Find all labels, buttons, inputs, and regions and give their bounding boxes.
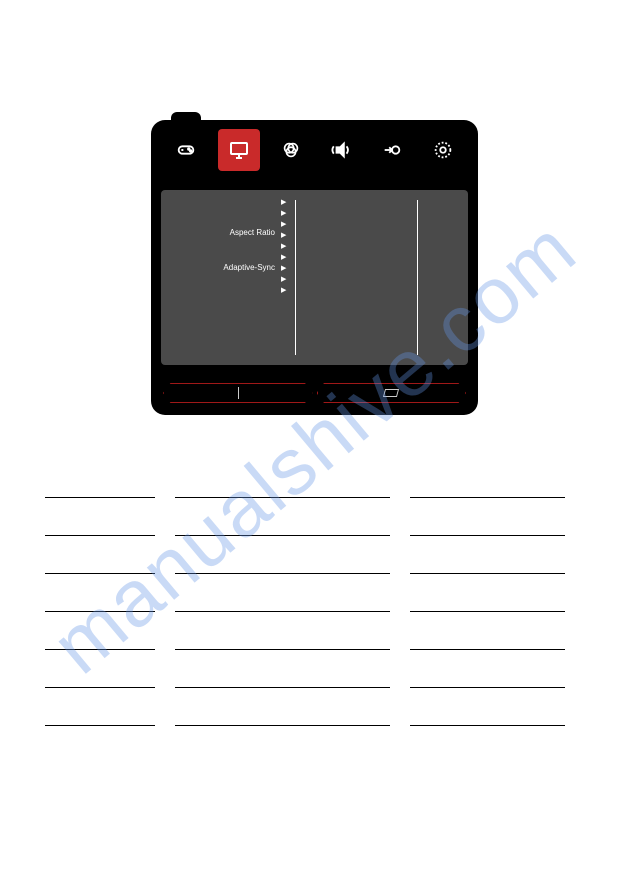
table-row <box>45 612 585 650</box>
menu-item-aspect-ratio[interactable]: Aspect Ratio <box>171 224 281 241</box>
table-row <box>45 498 585 536</box>
settings-icon[interactable] <box>424 131 462 169</box>
table-row <box>45 460 585 498</box>
divider <box>295 200 296 355</box>
table-cell <box>175 460 390 498</box>
chevron-right-icon: ▶ <box>281 286 291 294</box>
menu-item-adaptive-sync[interactable]: Adaptive-Sync <box>171 259 281 276</box>
table-row <box>45 574 585 612</box>
audio-icon[interactable] <box>323 131 361 169</box>
table-cell <box>45 460 155 498</box>
chevron-right-icon: ▶ <box>281 253 291 261</box>
osd-submenu-column <box>300 190 413 365</box>
color-icon[interactable] <box>272 131 310 169</box>
table-cell <box>45 574 155 612</box>
osd-body: Aspect Ratio Adaptive-Sync ▶ ▶ ▶ ▶ ▶ ▶ ▶… <box>151 180 478 375</box>
chevron-right-icon: ▶ <box>281 264 291 272</box>
osd-tab-bar <box>151 120 478 180</box>
table-cell <box>410 498 565 536</box>
table-row <box>45 536 585 574</box>
input-icon[interactable] <box>373 131 411 169</box>
rect-icon <box>383 389 399 397</box>
nav-buttons <box>161 383 468 403</box>
table-cell <box>45 536 155 574</box>
monitor-icon[interactable] <box>218 129 260 171</box>
table-row <box>45 650 585 688</box>
osd-menu-column: Aspect Ratio Adaptive-Sync <box>161 190 281 365</box>
gamepad-icon[interactable] <box>167 131 205 169</box>
table-cell <box>175 536 390 574</box>
table-cell <box>175 650 390 688</box>
table-cell <box>410 650 565 688</box>
chevron-right-icon: ▶ <box>281 220 291 228</box>
table-cell <box>45 650 155 688</box>
nav-button-left[interactable] <box>163 383 313 403</box>
chevron-right-icon: ▶ <box>281 209 291 217</box>
chevron-right-icon: ▶ <box>281 198 291 206</box>
menu-item-label: Adaptive-Sync <box>223 263 275 272</box>
table-cell <box>175 498 390 536</box>
table-row <box>45 688 585 726</box>
osd-panel: Aspect Ratio Adaptive-Sync ▶ ▶ ▶ ▶ ▶ ▶ ▶… <box>151 120 478 425</box>
divider <box>417 200 418 355</box>
chevron-right-icon: ▶ <box>281 242 291 250</box>
table-cell <box>175 688 390 726</box>
notch <box>171 112 201 120</box>
arrow-column: ▶ ▶ ▶ ▶ ▶ ▶ ▶ ▶ ▶ <box>281 190 291 365</box>
chevron-right-icon: ▶ <box>281 275 291 283</box>
osd-content-panel: Aspect Ratio Adaptive-Sync ▶ ▶ ▶ ▶ ▶ ▶ ▶… <box>161 190 468 365</box>
table-cell <box>410 536 565 574</box>
table-cell <box>410 612 565 650</box>
table-cell <box>175 612 390 650</box>
settings-table <box>45 460 585 726</box>
menu-item-label: Aspect Ratio <box>230 228 275 237</box>
table-cell <box>410 574 565 612</box>
nav-button-right[interactable] <box>317 383 467 403</box>
table-cell <box>45 498 155 536</box>
table-cell <box>410 688 565 726</box>
table-cell <box>410 460 565 498</box>
table-cell <box>175 574 390 612</box>
table-cell <box>45 612 155 650</box>
chevron-right-icon: ▶ <box>281 231 291 239</box>
osd-bottom-bar <box>151 375 478 415</box>
table-cell <box>45 688 155 726</box>
